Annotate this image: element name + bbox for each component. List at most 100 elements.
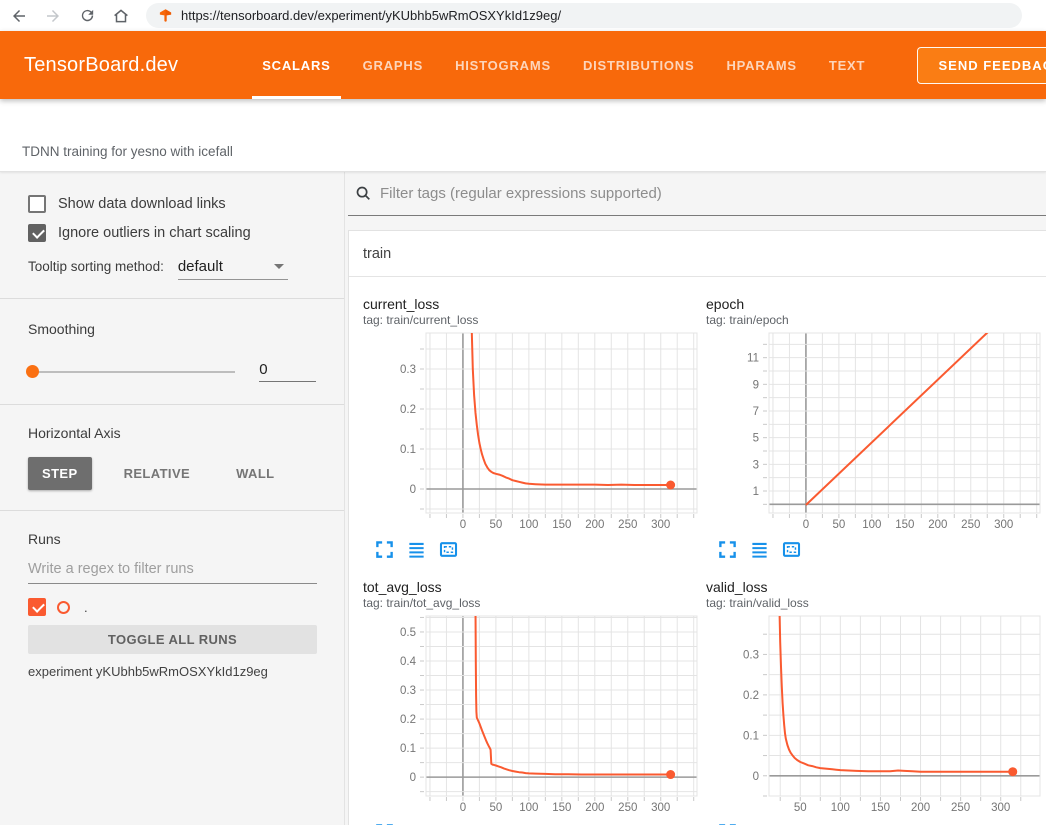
- axis-step-button[interactable]: STEP: [28, 457, 92, 490]
- send-feedback-button[interactable]: SEND FEEDBACK: [917, 47, 1046, 84]
- log-scale-icon[interactable]: [750, 540, 769, 559]
- tooltip-sorting-value: default: [178, 258, 223, 275]
- section-header-train[interactable]: train: [349, 231, 1046, 277]
- smoothing-value-input[interactable]: 0: [259, 361, 316, 382]
- checkbox-checked-icon[interactable]: [28, 224, 46, 242]
- svg-text:7: 7: [753, 406, 759, 418]
- svg-text:1: 1: [753, 486, 759, 498]
- chart-plot-valid_loss[interactable]: 5010015020025030000.10.20.3: [706, 613, 1042, 815]
- tab-histograms[interactable]: HISTOGRAMS: [439, 31, 567, 99]
- svg-text:300: 300: [651, 519, 670, 531]
- svg-text:0.4: 0.4: [400, 656, 417, 668]
- svg-text:100: 100: [519, 519, 538, 531]
- search-icon: [355, 185, 372, 202]
- svg-text:200: 200: [585, 519, 604, 531]
- tab-distributions[interactable]: DISTRIBUTIONS: [567, 31, 711, 99]
- tab-hparams[interactable]: HPARAMS: [710, 31, 812, 99]
- url-text: https://tensorboard.dev/experiment/yKUbh…: [181, 8, 561, 23]
- chart-plot-epoch[interactable]: 0501001502002503001357911: [706, 330, 1042, 532]
- svg-text:50: 50: [832, 519, 845, 531]
- log-scale-icon[interactable]: [407, 540, 426, 559]
- forward-icon[interactable]: [38, 3, 68, 29]
- svg-text:100: 100: [831, 802, 850, 814]
- svg-text:0.2: 0.2: [743, 690, 759, 702]
- chart-title: current_loss: [363, 296, 699, 313]
- tab-text[interactable]: TEXT: [813, 31, 881, 99]
- tooltip-sorting-select[interactable]: default: [178, 258, 288, 280]
- tab-scalars[interactable]: SCALARS: [246, 31, 346, 99]
- svg-text:0.5: 0.5: [400, 627, 416, 639]
- svg-text:0.2: 0.2: [400, 404, 416, 416]
- run-checkbox-icon[interactable]: [28, 598, 46, 616]
- axis-relative-button[interactable]: RELATIVE: [110, 457, 205, 490]
- svg-text:0.3: 0.3: [743, 649, 759, 661]
- svg-text:11: 11: [747, 353, 759, 365]
- svg-text:250: 250: [618, 519, 637, 531]
- svg-text:150: 150: [871, 802, 890, 814]
- charts-grid: current_losstag: train/current_loss05010…: [349, 277, 1046, 825]
- train-section-card: train current_losstag: train/current_los…: [348, 230, 1046, 825]
- svg-text:100: 100: [519, 802, 538, 814]
- svg-text:0: 0: [460, 802, 466, 814]
- horizontal-axis-label: Horizontal Axis: [28, 425, 316, 441]
- axis-wall-button[interactable]: WALL: [222, 457, 288, 490]
- toggle-all-runs-button[interactable]: TOGGLE ALL RUNS: [28, 625, 317, 654]
- settings-sidebar: Show data download links Ignore outliers…: [0, 172, 345, 825]
- svg-text:0: 0: [460, 519, 466, 531]
- chart-card-valid_loss: valid_losstag: train/valid_loss501001502…: [706, 579, 1042, 825]
- svg-text:200: 200: [911, 802, 930, 814]
- fit-domain-icon[interactable]: [782, 540, 801, 559]
- svg-text:150: 150: [552, 802, 571, 814]
- svg-text:0.2: 0.2: [400, 714, 416, 726]
- run-row[interactable]: .: [28, 598, 316, 616]
- smoothing-slider[interactable]: [28, 371, 235, 373]
- back-icon[interactable]: [4, 3, 34, 29]
- run-name: .: [84, 600, 88, 615]
- browser-toolbar: https://tensorboard.dev/experiment/yKUbh…: [0, 0, 1046, 31]
- svg-text:300: 300: [991, 802, 1010, 814]
- refresh-icon[interactable]: [72, 3, 102, 29]
- app-header: TensorBoard.dev SCALARS GRAPHS HISTOGRAM…: [0, 31, 1046, 99]
- tensorboard-favicon-icon: [158, 8, 173, 23]
- chart-card-tot_avg_loss: tot_avg_losstag: train/tot_avg_loss05010…: [363, 579, 699, 825]
- svg-text:0: 0: [753, 771, 759, 783]
- checkbox-label: Show data download links: [58, 196, 226, 212]
- experiment-id-label: experiment yKUbhb5wRmOSXYkId1z9eg: [28, 664, 316, 679]
- chart-actions: [706, 540, 1042, 559]
- expand-icon[interactable]: [375, 540, 394, 559]
- svg-text:250: 250: [618, 802, 637, 814]
- ignore-outliers-checkbox[interactable]: Ignore outliers in chart scaling: [28, 224, 316, 242]
- runs-label: Runs: [28, 531, 316, 547]
- chart-title: valid_loss: [706, 579, 1042, 596]
- experiment-title-bar: TDNN training for yesno with icefall: [0, 99, 1046, 172]
- tooltip-sorting-label: Tooltip sorting method:: [28, 259, 164, 274]
- svg-text:0.3: 0.3: [400, 685, 416, 697]
- svg-text:50: 50: [489, 519, 502, 531]
- checkbox-label: Ignore outliers in chart scaling: [58, 225, 251, 241]
- chart-plot-tot_avg_loss[interactable]: 05010015020025030000.10.20.30.40.5: [363, 613, 699, 815]
- svg-text:50: 50: [489, 802, 502, 814]
- svg-text:3: 3: [753, 459, 759, 471]
- chart-title: tot_avg_loss: [363, 579, 699, 596]
- svg-text:0.3: 0.3: [400, 364, 416, 376]
- chart-actions: [363, 540, 699, 559]
- address-bar[interactable]: https://tensorboard.dev/experiment/yKUbh…: [146, 3, 1022, 28]
- checkbox-unchecked-icon[interactable]: [28, 195, 46, 213]
- svg-text:150: 150: [552, 519, 571, 531]
- run-color-swatch-icon: [57, 601, 70, 614]
- slider-thumb[interactable]: [26, 365, 39, 378]
- expand-icon[interactable]: [718, 540, 737, 559]
- show-download-links-checkbox[interactable]: Show data download links: [28, 195, 316, 213]
- svg-text:200: 200: [585, 802, 604, 814]
- tab-graphs[interactable]: GRAPHS: [347, 31, 439, 99]
- tag-filter-input[interactable]: [380, 185, 1046, 202]
- home-icon[interactable]: [106, 3, 136, 29]
- chart-plot-current_loss[interactable]: 05010015020025030000.10.20.3: [363, 330, 699, 532]
- app-logo: TensorBoard.dev: [24, 54, 178, 77]
- run-filter-input[interactable]: [28, 557, 317, 584]
- fit-domain-icon[interactable]: [439, 540, 458, 559]
- svg-text:0: 0: [803, 519, 809, 531]
- svg-text:150: 150: [895, 519, 914, 531]
- main-content: train current_losstag: train/current_los…: [345, 172, 1046, 825]
- svg-text:250: 250: [951, 802, 970, 814]
